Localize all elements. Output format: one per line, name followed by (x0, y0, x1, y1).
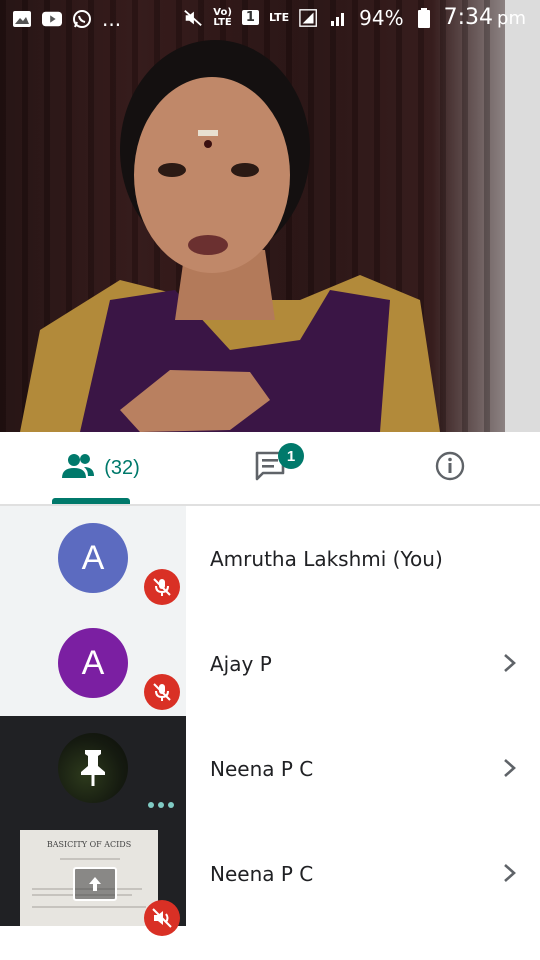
signal-icon (299, 8, 319, 28)
audio-off-icon (144, 900, 180, 936)
volte-indicator: Vo) LTE (213, 6, 232, 28)
main-video-feed[interactable] (0, 0, 540, 432)
battery-percent: 94% (359, 5, 404, 30)
participant-name: Ajay P (210, 651, 272, 676)
tab-chat[interactable] (200, 432, 340, 504)
participant-tile: A (0, 506, 186, 611)
mic-off-icon (144, 569, 180, 605)
people-count: (32) (104, 456, 140, 479)
participant-name: Neena P C (210, 861, 314, 886)
mute-icon (183, 8, 203, 28)
avatar: A (58, 523, 128, 593)
youtube-icon (42, 9, 62, 29)
participant-row[interactable]: A Amrutha Lakshmi (You) (0, 506, 540, 611)
info-icon (435, 451, 465, 485)
slide-title: BASICITY OF ACIDS (46, 840, 132, 849)
avatar: A (58, 628, 128, 698)
pin-icon (81, 750, 105, 786)
participant-row[interactable]: Neena P C (0, 716, 540, 821)
people-icon (60, 452, 96, 484)
participant-row[interactable]: BASICITY OF ACIDS Neena P C (0, 821, 540, 936)
participant-tile: BASICITY OF ACIDS (0, 821, 186, 936)
speaking-indicator (148, 802, 174, 808)
participant-tile: A (0, 611, 186, 716)
signal-bars-icon (329, 8, 349, 28)
presenter-video-image (0, 0, 540, 432)
chevron-right-icon[interactable] (500, 861, 520, 885)
avatar (58, 733, 128, 803)
participant-tile (0, 716, 186, 821)
battery-icon (414, 7, 434, 28)
status-bar: ... Vo) LTE 1 LTE 94% 7:34 pm (0, 0, 540, 36)
participant-row[interactable]: A Ajay P (0, 611, 540, 716)
mic-off-icon (144, 674, 180, 710)
chevron-right-icon[interactable] (500, 756, 520, 780)
chevron-right-icon[interactable] (500, 651, 520, 675)
whatsapp-icon (72, 9, 92, 29)
lte-indicator: LTE (268, 10, 290, 24)
tab-people[interactable]: (32) (20, 432, 180, 504)
meeting-tabs: (32) (0, 432, 540, 506)
image-icon (12, 9, 32, 29)
sim-indicator: 1 (241, 10, 259, 25)
participant-list: A Amrutha Lakshmi (You) A Ajay P Neena P… (0, 506, 540, 936)
tab-info[interactable] (380, 432, 520, 504)
present-screen-icon (73, 867, 117, 901)
presentation-thumbnail: BASICITY OF ACIDS (20, 830, 158, 926)
more-notifications: ... (102, 7, 122, 31)
participant-name: Amrutha Lakshmi (You) (210, 546, 443, 571)
chat-unread-badge: 1 (278, 443, 304, 469)
clock: 7:34 pm (443, 5, 526, 30)
participant-name: Neena P C (210, 756, 314, 781)
active-tab-indicator (52, 498, 130, 504)
